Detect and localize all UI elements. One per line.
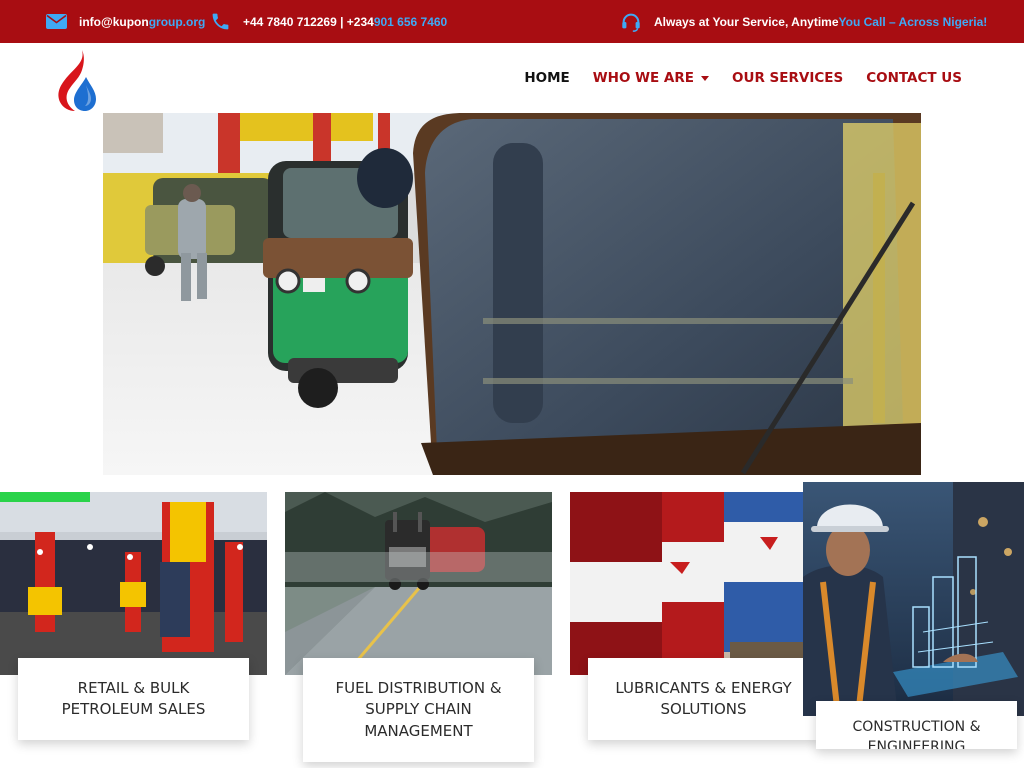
phone-numbers: +44 7840 712269 | +234 <box>243 14 374 29</box>
service-card-lubricants[interactable]: LUBRICANTS & ENERGY SOLUTIONS <box>570 492 837 768</box>
envelope-icon <box>46 14 67 29</box>
nav-contact-us[interactable]: CONTACT US <box>866 70 962 86</box>
service-card-construction[interactable]: CONSTRUCTION & ENGINEERING <box>803 482 1024 768</box>
service-title-line: SOLUTIONS <box>660 700 747 718</box>
service-card-fuel-distribution[interactable]: FUEL DISTRIBUTION & SUPPLY CHAIN MANAGEM… <box>285 492 552 768</box>
company-logo[interactable] <box>52 47 100 111</box>
topbar-support: Always at Your Service, Anytime You Call… <box>620 0 987 43</box>
nav-who-we-are[interactable]: WHO WE ARE <box>593 70 709 86</box>
support-accent-text: You Call – Across Nigeria! <box>838 14 988 29</box>
service-image-construction <box>803 482 1024 716</box>
main-nav: HOME WHO WE ARE OUR SERVICES CONTACT US <box>524 43 962 113</box>
flame-droplet-logo <box>58 50 96 111</box>
service-label-construction: CONSTRUCTION & ENGINEERING <box>816 701 1017 749</box>
nav-home[interactable]: HOME <box>524 70 569 86</box>
phone-icon <box>210 11 231 32</box>
phone-accent-number: 901 656 7460 <box>373 14 448 29</box>
headset-icon <box>620 11 642 33</box>
hero-image <box>103 113 921 475</box>
service-title-line: PETROLEUM SALES <box>61 700 206 718</box>
email-prefix: info@kupon <box>79 14 149 29</box>
service-label-lubricants: LUBRICANTS & ENERGY SOLUTIONS <box>588 658 819 740</box>
email-suffix: group.org <box>148 14 206 29</box>
nav-who-we-are-label: WHO WE ARE <box>592 70 694 86</box>
service-title-line: FUEL DISTRIBUTION & <box>335 678 502 697</box>
top-contact-bar: info@kupon group.org +44 7840 712269 | +2… <box>0 0 1024 43</box>
service-title-line: CONSTRUCTION & <box>852 719 981 735</box>
service-label-retail: RETAIL & BULK PETROLEUM SALES <box>18 658 249 740</box>
service-image-retail <box>0 492 267 675</box>
service-title-line: ENGINEERING <box>867 739 966 749</box>
service-image-fuel-distribution <box>285 492 552 675</box>
site-header: HOME WHO WE ARE OUR SERVICES CONTACT US <box>0 43 1024 113</box>
service-title-line: RETAIL & BULK <box>77 678 190 697</box>
service-image-lubricants <box>570 492 837 675</box>
service-title-line: SUPPLY CHAIN <box>365 700 472 719</box>
topbar-phone[interactable]: +44 7840 712269 | +234 901 656 7460 <box>210 0 447 43</box>
nav-our-services[interactable]: OUR SERVICES <box>732 70 843 86</box>
caret-down-icon <box>701 75 709 81</box>
support-text: Always at Your Service, Anytime <box>654 14 839 29</box>
service-card-retail[interactable]: RETAIL & BULK PETROLEUM SALES <box>0 492 267 768</box>
topbar-email[interactable]: info@kupon group.org <box>46 0 205 43</box>
service-label-fuel-distribution: FUEL DISTRIBUTION & SUPPLY CHAIN MANAGEM… <box>303 658 534 762</box>
service-title-line: LUBRICANTS & ENERGY <box>615 678 792 697</box>
service-title-line: MANAGEMENT <box>364 721 473 740</box>
